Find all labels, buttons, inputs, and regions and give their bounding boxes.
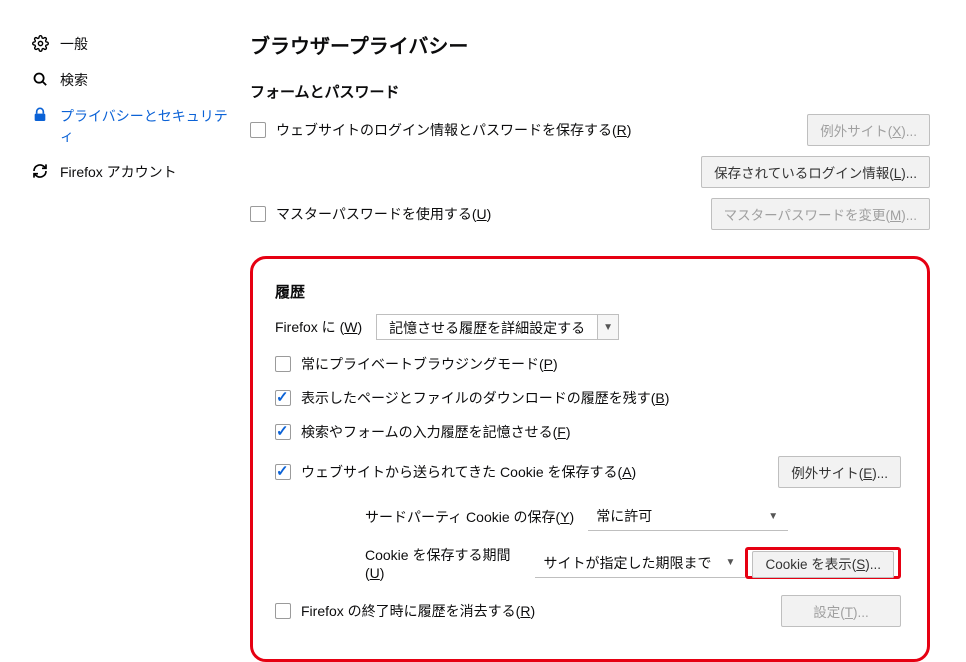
accept-cookies-label: ウェブサイトから送られてきた Cookie を保存する(A) <box>301 462 636 482</box>
cookie-exceptions-button[interactable]: 例外サイト(E)... <box>778 456 901 488</box>
clear-on-close-label: Firefox の終了時に履歴を消去する(R) <box>301 601 535 621</box>
third-party-value: 常に許可 <box>596 506 762 526</box>
lock-icon <box>32 106 60 123</box>
history-mode-select[interactable]: 記憶させる履歴を詳細設定する ▼ <box>376 314 619 340</box>
keep-until-label: Cookie を保存する期間(U) <box>365 545 521 581</box>
keep-until-select[interactable]: サイトが指定した期限まで ▼ <box>535 549 745 578</box>
master-password-checkbox[interactable] <box>250 206 266 222</box>
remember-browsing-checkbox[interactable] <box>275 390 291 406</box>
sidebar-item-account[interactable]: Firefox アカウント <box>32 154 230 190</box>
remember-forms-checkbox[interactable] <box>275 424 291 440</box>
forms-title: フォームとパスワード <box>250 81 930 102</box>
exceptions-button[interactable]: 例外サイト(X)... <box>807 114 930 146</box>
sidebar-item-label: Firefox アカウント <box>60 162 177 182</box>
master-password-label: マスターパスワードを使用する(U) <box>276 204 491 224</box>
save-logins-label: ウェブサイトのログイン情報とパスワードを保存する(R) <box>276 120 631 140</box>
sidebar: 一般 検索 プライバシーとセキュリティ Firefox アカウント <box>0 0 230 662</box>
sidebar-item-label: プライバシーとセキュリティ <box>60 106 230 146</box>
sidebar-item-label: 検索 <box>60 70 88 90</box>
remember-browsing-label: 表示したページとファイルのダウンロードの履歴を残す(B) <box>301 388 669 408</box>
change-master-password-button[interactable]: マスターパスワードを変更(M)... <box>711 198 930 230</box>
accept-cookies-checkbox[interactable] <box>275 464 291 480</box>
saved-logins-button[interactable]: 保存されているログイン情報(L)... <box>701 156 930 188</box>
show-cookies-highlight: Cookie を表示(S)... <box>745 547 901 579</box>
sidebar-item-general[interactable]: 一般 <box>32 26 230 62</box>
private-mode-label: 常にプライベートブラウジングモード(P) <box>301 354 558 374</box>
sync-icon <box>32 162 60 179</box>
chevron-down-icon: ▼ <box>762 511 784 522</box>
chevron-down-icon: ▼ <box>598 315 618 339</box>
history-mode-value: 記憶させる履歴を詳細設定する <box>377 315 598 339</box>
private-mode-checkbox[interactable] <box>275 356 291 372</box>
third-party-label: サードパーティ Cookie の保存(Y) <box>365 507 574 527</box>
firefox-will-label: Firefox に (W) <box>275 317 362 337</box>
history-settings-button[interactable]: 設定(T)... <box>781 595 901 627</box>
third-party-select[interactable]: 常に許可 ▼ <box>588 502 788 531</box>
search-icon <box>32 70 60 88</box>
gear-icon <box>32 34 60 52</box>
sidebar-item-privacy[interactable]: プライバシーとセキュリティ <box>32 98 230 154</box>
content: ブラウザープライバシー フォームとパスワード ウェブサイトのログイン情報とパスワ… <box>230 0 966 662</box>
chevron-down-icon: ▼ <box>720 557 742 568</box>
save-logins-checkbox[interactable] <box>250 122 266 138</box>
section-title: ブラウザープライバシー <box>250 30 930 59</box>
keep-until-value: サイトが指定した期限まで <box>543 553 719 573</box>
history-title: 履歴 <box>275 281 901 302</box>
clear-on-close-checkbox[interactable] <box>275 603 291 619</box>
sidebar-item-search[interactable]: 検索 <box>32 62 230 98</box>
sidebar-item-label: 一般 <box>60 34 88 54</box>
remember-forms-label: 検索やフォームの入力履歴を記憶させる(F) <box>301 422 570 442</box>
history-highlight-box: 履歴 Firefox に (W) 記憶させる履歴を詳細設定する ▼ 常にプライベ… <box>250 256 930 662</box>
show-cookies-button[interactable]: Cookie を表示(S)... <box>752 551 894 578</box>
